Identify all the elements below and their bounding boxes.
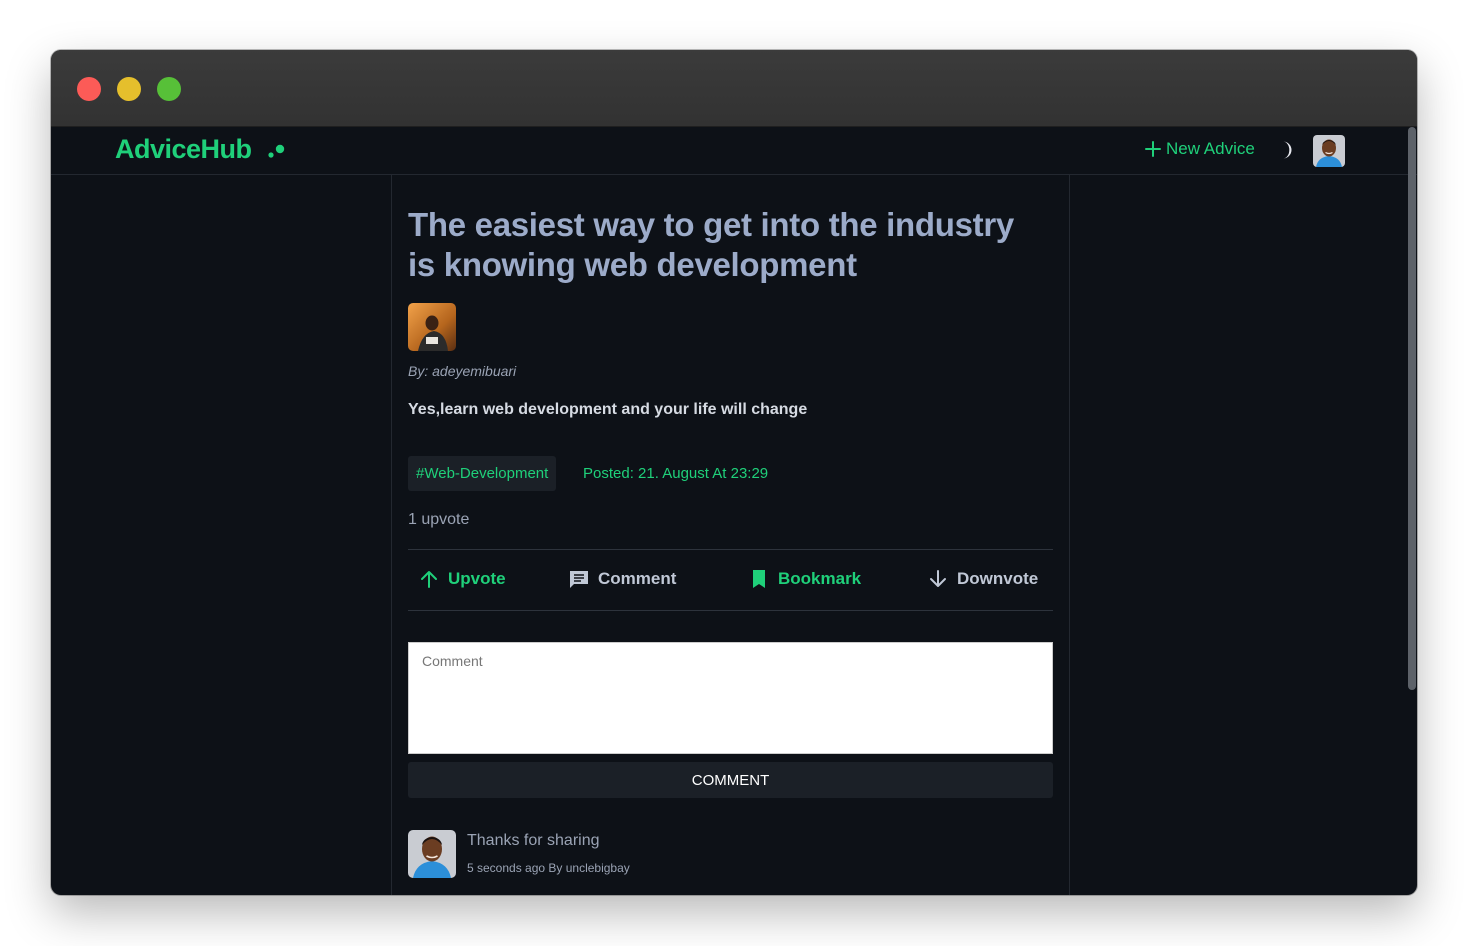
navbar: AdviceHub New Advice [51, 127, 1417, 175]
comment-input[interactable] [408, 642, 1053, 754]
commenter-photo [408, 830, 456, 878]
plus-icon [1145, 141, 1161, 157]
window-titlebar [51, 50, 1417, 127]
post-detail: The easiest way to get into the industry… [391, 175, 1070, 895]
minimize-window-button[interactable] [117, 77, 141, 101]
post-tag[interactable]: #Web-Development [408, 456, 557, 491]
comment-action-label: Comment [598, 569, 677, 588]
scrollbar[interactable] [1408, 127, 1416, 690]
author-avatar[interactable] [408, 303, 456, 351]
bookmark-button[interactable]: Bookmark [748, 568, 861, 590]
avatar-image [1313, 135, 1345, 167]
user-avatar[interactable] [1313, 135, 1345, 167]
moon-icon[interactable] [1277, 140, 1297, 160]
arrow-down-icon [930, 570, 946, 587]
arrow-up-icon [421, 571, 437, 588]
comment-icon [570, 571, 588, 588]
downvote-label: Downvote [957, 569, 1039, 588]
upvote-count: 1 upvote [408, 511, 470, 528]
author-photo [408, 303, 456, 351]
post-body: Yes,learn web development and your life … [408, 401, 808, 418]
post-author: By: adeyemibuari [408, 363, 517, 379]
new-advice-label: New Advice [1166, 139, 1255, 158]
maximize-window-button[interactable] [157, 77, 181, 101]
comment-action-button[interactable]: Comment [568, 568, 676, 590]
posted-date: Posted: 21. August At 23:29 [583, 465, 769, 482]
upvote-button[interactable]: Upvote [418, 568, 506, 590]
comment-meta: 5 seconds ago By unclebigbay [467, 861, 630, 875]
browser-window: AdviceHub New Advice The easiest way to … [51, 50, 1417, 895]
submit-comment-button[interactable]: COMMENT [408, 762, 1053, 798]
action-bar: Upvote Comment Bookmark Downvote [408, 549, 1053, 611]
close-window-button[interactable] [77, 77, 101, 101]
upvote-label: Upvote [448, 569, 506, 588]
new-advice-button[interactable]: New Advice [1144, 139, 1255, 159]
comment-text: Thanks for sharing [467, 832, 600, 849]
bookmark-label: Bookmark [778, 569, 862, 588]
downvote-button[interactable]: Downvote [927, 568, 1038, 590]
post-title: The easiest way to get into the industry… [408, 206, 1014, 283]
logo-dots-icon [268, 144, 285, 158]
app-logo[interactable]: AdviceHub [115, 134, 252, 165]
commenter-avatar[interactable] [408, 830, 456, 878]
bookmark-icon [753, 570, 765, 588]
